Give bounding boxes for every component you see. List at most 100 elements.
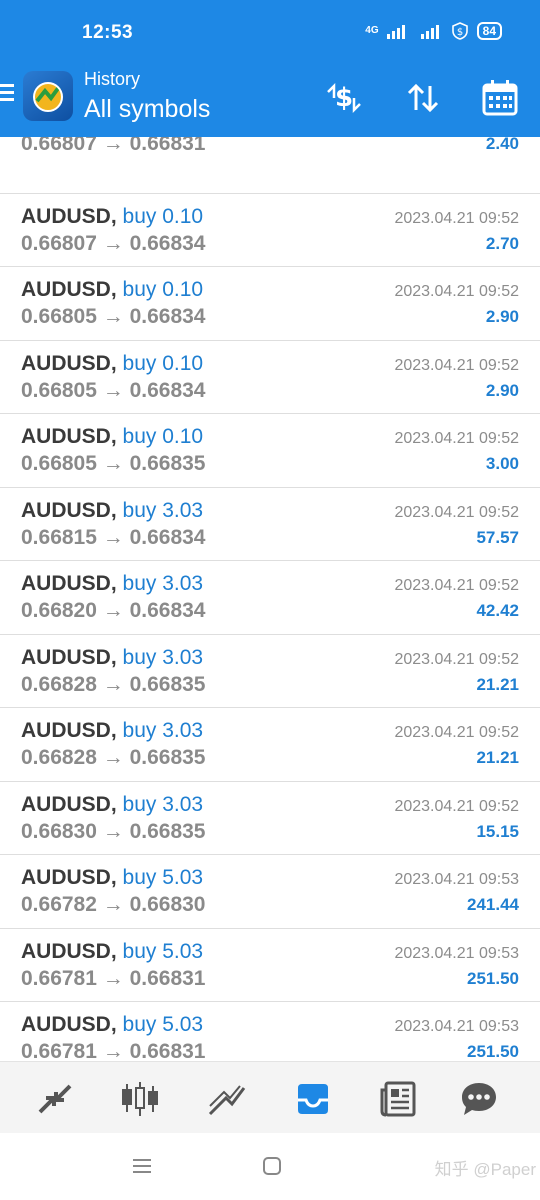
chart-icon[interactable] [119, 1078, 161, 1120]
status-bar: 12:53 4G $ 84 [0, 0, 540, 64]
trade-prices: 0.66805 → 0.66834 [21, 305, 206, 328]
trade-time: 2023.04.21 09:52 [394, 430, 519, 447]
quotes-icon[interactable] [34, 1078, 76, 1120]
trade-profit: 2.40 [485, 134, 519, 153]
trade-time: 2023.04.21 09:53 [394, 944, 519, 962]
trade-prices: 0.66815 → 0.66834 [21, 525, 206, 549]
trade-title: AUDUSD, buy 0.10 [21, 425, 203, 449]
list-item[interactable]: AUDUSD, buy 5.03 2023.04.21 09:53 0.6678… [0, 855, 540, 929]
list-item[interactable]: AUDUSD, buy 0.10 2023.04.21 09:52 0.6680… [0, 341, 540, 414]
bottom-navigation [0, 1061, 540, 1133]
trade-title: AUDUSD, buy 0.10 [21, 352, 203, 376]
trade-title: AUDUSD, buy 0.10 [21, 278, 203, 302]
trade-profit: 21.21 [476, 748, 519, 767]
trade-profit: 2.90 [485, 380, 519, 400]
trade-prices: 0.66807 → 0.66834 [21, 231, 206, 255]
trade-title: AUDUSD, buy 0.10 [21, 205, 203, 229]
page-subtitle: History [84, 69, 141, 89]
trade-time: 2023.04.21 09:53 [394, 871, 519, 888]
trade-profit: 241.44 [467, 895, 519, 914]
trade-title: AUDUSD, buy 3.03 [21, 499, 203, 523]
signal-icon [386, 25, 405, 39]
trade-symbol: AUDUSD, [21, 719, 117, 742]
list-item[interactable]: AUDUSD, buy 0.10 2023.04.21 09:52 0.6680… [0, 414, 540, 488]
trade-symbol: AUDUSD, [21, 351, 117, 375]
trade-symbol: AUDUSD, [21, 792, 117, 816]
trade-direction: buy 3.03 [122, 645, 204, 669]
trade-profit: 251.50 [467, 968, 519, 988]
trade-direction: buy 0.10 [122, 204, 204, 228]
trade-symbol: AUDUSD, [21, 866, 117, 889]
trade-direction: buy 0.10 [122, 425, 204, 448]
trade-direction: buy 3.03 [122, 572, 204, 595]
news-icon[interactable] [378, 1078, 420, 1120]
system-navigation-bar: 知乎 @Paper [0, 1133, 540, 1200]
list-item[interactable]: AUDUSD, buy 3.03 2023.04.21 09:52 0.6682… [0, 561, 540, 635]
trade-time: 2023.04.21 09:52 [394, 356, 519, 374]
trade-prices: 0.66830 → 0.66835 [21, 819, 206, 843]
list-item[interactable]: AUDUSD, buy 0.10 2023.04.21 09:52 0.6680… [0, 267, 540, 341]
status-icons: 4G $ 84 [365, 22, 502, 40]
list-item[interactable]: AUDUSD, buy 5.03 2023.04.21 09:53 0.6678… [0, 929, 540, 1002]
home-icon[interactable] [261, 1155, 283, 1177]
trade-time: 2023.04.21 09:52 [394, 503, 519, 521]
trade-time: 2023.04.21 09:52 [394, 797, 519, 815]
sort-icon[interactable] [403, 78, 443, 118]
trade-title: AUDUSD, buy 3.03 [21, 646, 203, 670]
trade-prices: 0.66805 → 0.66835 [21, 452, 206, 475]
trade-profit: 21.21 [476, 674, 519, 694]
trade-direction: buy 0.10 [122, 278, 204, 301]
trade-direction: buy 3.03 [122, 719, 204, 742]
trade-time: 2023.04.21 09:52 [394, 283, 519, 300]
trade-profit: 251.50 [467, 1042, 519, 1061]
calendar-icon[interactable] [480, 78, 520, 118]
list-item[interactable]: AUDUSD, buy 3.03 2023.04.21 09:52 0.6682… [0, 708, 540, 782]
status-time: 12:53 [82, 22, 134, 43]
network-type: 4G [365, 25, 379, 36]
list-item[interactable]: AUDUSD, buy 3.03 2023.04.21 09:52 0.6683… [0, 782, 540, 855]
trade-title: AUDUSD, buy 3.03 [21, 719, 203, 743]
svg-text:$: $ [456, 27, 462, 38]
trade-profit: 57.57 [476, 527, 519, 547]
trade-direction: buy 3.03 [122, 498, 204, 522]
svg-text:$: $ [335, 83, 353, 113]
trade-symbol: AUDUSD, [21, 572, 117, 595]
signal-icon-2 [420, 25, 439, 39]
trade-title: AUDUSD, buy 3.03 [21, 572, 203, 596]
trade-profit: 2.90 [485, 307, 519, 326]
history-icon[interactable] [292, 1078, 334, 1120]
trade-time: 2023.04.21 09:52 [394, 650, 519, 668]
trade-prices: 0.66805 → 0.66834 [21, 378, 206, 402]
trade-symbol: AUDUSD, [21, 425, 117, 448]
trade-time: 2023.04.21 09:53 [394, 1018, 519, 1035]
list-item[interactable]: AUDUSD, buy 3.03 2023.04.21 09:52 0.6682… [0, 635, 540, 708]
page-title[interactable]: All symbols [84, 95, 210, 124]
trade-prices: 0.66781 → 0.66831 [21, 966, 206, 990]
deposit-dollar-icon[interactable]: $ [324, 78, 364, 118]
trade-symbol: AUDUSD, [21, 498, 117, 522]
chat-icon[interactable] [458, 1078, 500, 1120]
trade-icon[interactable] [206, 1078, 248, 1120]
app-bar: History All symbols $ [0, 64, 540, 137]
shield-dollar-icon: $ [451, 22, 468, 40]
trade-symbol: AUDUSD, [21, 939, 117, 963]
trade-title: AUDUSD, buy 5.03 [21, 940, 203, 964]
watermark: 知乎 @Paper [434, 1160, 536, 1179]
list-item[interactable]: AUDUSD, buy 0.10 2023.04.21 09:52 0.6680… [0, 194, 540, 267]
app-header: 12:53 4G $ 84 History All symbols $ [0, 0, 540, 137]
trade-prices: 0.66820 → 0.66834 [21, 599, 206, 622]
trade-symbol: AUDUSD, [21, 645, 117, 669]
trade-title: AUDUSD, buy 5.03 [21, 1013, 203, 1037]
trade-direction: buy 5.03 [122, 939, 204, 963]
trade-prices: 0.66782 → 0.66830 [21, 893, 206, 916]
history-list: 0.66807 → 0.66831 2.40 AUDUSD, buy 0.10 … [0, 120, 540, 1076]
list-item[interactable]: AUDUSD, buy 3.03 2023.04.21 09:52 0.6681… [0, 488, 540, 561]
trade-profit: 42.42 [476, 601, 519, 620]
trade-prices: 0.66828 → 0.66835 [21, 672, 206, 696]
recent-apps-icon[interactable] [131, 1155, 153, 1177]
menu-icon[interactable] [0, 84, 16, 106]
trade-time: 2023.04.21 09:52 [394, 724, 519, 741]
metatrader-logo [23, 71, 73, 121]
trade-title: AUDUSD, buy 3.03 [21, 793, 203, 817]
trade-direction: buy 5.03 [122, 866, 204, 889]
